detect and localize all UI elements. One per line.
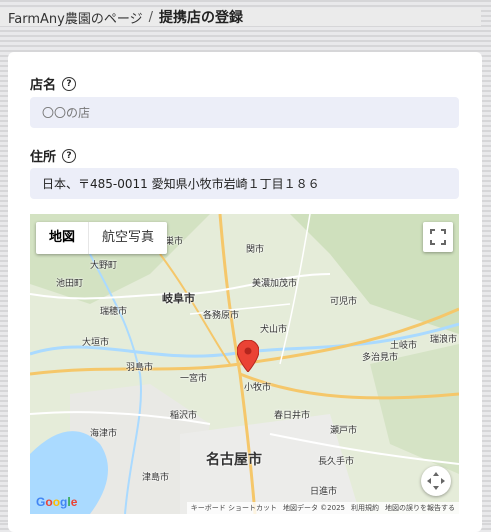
map-type-satellite-button[interactable]: 航空写真	[89, 222, 167, 254]
keyboard-shortcuts-link[interactable]: キーボード ショートカット	[191, 503, 277, 513]
map-attribution: キーボード ショートカット 地図データ ©2025 利用規約 地図の誤りを報告す…	[186, 502, 459, 514]
recenter-button[interactable]	[421, 466, 451, 496]
map-label-ono: 大野町	[90, 261, 118, 271]
map-label-ichinomiya: 一宮市	[180, 374, 208, 384]
map-label-mizunami: 瑞浪市	[430, 335, 458, 345]
terms-link[interactable]: 利用規約	[351, 503, 379, 513]
map-label-tsushima: 津島市	[142, 473, 170, 483]
map-type-map-button[interactable]: 地図	[36, 222, 88, 254]
map-label-ogaki: 大垣市	[82, 338, 110, 348]
map-label-inuyama: 犬山市	[260, 325, 288, 335]
map-label-tajimi: 多治見市	[362, 353, 399, 363]
help-icon[interactable]: ?	[62, 148, 77, 163]
address-label-text: 住所	[30, 150, 57, 165]
map-label-kaizu: 海津市	[90, 429, 118, 439]
address-label: 住所 ?	[30, 146, 77, 165]
breadcrumb-parent-link[interactable]: FarmAny農園のページ	[8, 8, 143, 27]
map-type-control: 地図 航空写真	[36, 222, 168, 254]
map-label-minokamo: 美濃加茂市	[252, 279, 298, 289]
map-label-gifu: 岐阜市	[162, 292, 195, 305]
report-error-link[interactable]: 地図の誤りを報告する	[385, 503, 455, 513]
map-label-seki: 関市	[246, 245, 265, 255]
map-label-ikeda: 池田町	[56, 279, 84, 289]
form-card: 店名 ? 〇〇の店 住所 ? 日本、〒485-0011 愛知県小牧市岩崎１丁目１…	[8, 52, 482, 532]
map-data-text: 地図データ ©2025	[282, 504, 345, 512]
address-input[interactable]: 日本、〒485-0011 愛知県小牧市岩崎１丁目１８６	[30, 168, 459, 199]
map-label-inazawa: 稲沢市	[170, 411, 198, 421]
map[interactable]: 岐阜市 各務原市 犬山市 名古屋市 小牧市 春日井市 一宮市 可児市 多治見市 …	[30, 214, 459, 514]
map-label-kani: 可児市	[330, 297, 358, 307]
map-label-kasugai: 春日井市	[274, 411, 311, 421]
fullscreen-button[interactable]	[423, 222, 453, 252]
map-label-nagakute: 長久手市	[318, 457, 355, 467]
map-label-toki: 土岐市	[390, 341, 418, 351]
location-pin-icon	[237, 340, 259, 372]
page-title: 提携店の登録	[159, 10, 243, 26]
map-label-mizuho: 瑞穂市	[100, 307, 128, 317]
map-label-kakamigahara: 各務原市	[203, 311, 240, 321]
move-arrows-icon	[427, 472, 445, 490]
help-icon[interactable]: ?	[62, 76, 77, 91]
map-label-seto: 瀬戸市	[330, 426, 358, 436]
map-label-nagoya: 名古屋市	[206, 452, 262, 468]
map-label-komaki: 小牧市	[244, 383, 272, 393]
map-label-hashima: 羽島市	[126, 363, 154, 373]
map-label-nisshin: 日進市	[310, 487, 338, 497]
shop-name-label: 店名 ?	[30, 74, 77, 93]
shop-name-input[interactable]: 〇〇の店	[30, 97, 459, 128]
fullscreen-icon	[430, 229, 446, 245]
breadcrumb: FarmAny農園のページ / 提携店の登録	[0, 8, 481, 27]
breadcrumb-separator: /	[148, 9, 153, 25]
shop-name-label-text: 店名	[30, 78, 57, 93]
google-logo: Google	[36, 495, 78, 509]
